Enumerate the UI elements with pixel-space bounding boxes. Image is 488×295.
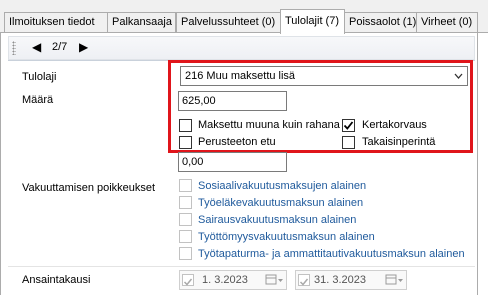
amount-input-2[interactable]: 0,00 xyxy=(178,152,287,172)
highlight-frame xyxy=(168,60,473,153)
tulolaji-label: Tulolaji xyxy=(22,71,57,83)
tab-virheet[interactable]: Virheet (0) xyxy=(416,12,478,32)
exception-checkbox[interactable] xyxy=(179,196,192,209)
exception-label: Sairausvakuutusmaksun alainen xyxy=(198,214,357,226)
tab-label: Palvelussuhteet (0) xyxy=(181,16,276,28)
end-date-picker[interactable]: 31. 3.2023 xyxy=(295,270,407,290)
tab-label: Poissaolot (1) xyxy=(349,16,417,28)
tab-label: Tulolajit (7) xyxy=(285,15,339,27)
end-date-value: 31. 3.2023 xyxy=(314,274,366,286)
tab-palvelussuhteet[interactable]: Palvelussuhteet (0) xyxy=(176,12,281,32)
amount-value-2: 0,00 xyxy=(182,156,204,168)
next-record-icon[interactable]: ▶ xyxy=(79,40,88,54)
tab-ilmoituksen-tiedot[interactable]: Ilmoituksen tiedot xyxy=(4,12,108,32)
record-pager: 2/7 xyxy=(52,41,68,53)
maara-label: Määrä xyxy=(22,94,54,106)
checkmark-icon xyxy=(183,278,193,286)
tab-label: Virheet (0) xyxy=(421,16,473,28)
toolbar-gripper-icon xyxy=(12,41,16,55)
start-date-picker[interactable]: 1. 3.2023 xyxy=(179,270,287,290)
exception-checkbox[interactable] xyxy=(179,230,192,243)
exception-label: Työttömyysvakuutusmaksun alainen xyxy=(198,231,375,243)
tab-label: Ilmoituksen tiedot xyxy=(9,16,95,28)
ansaintakausi-label: Ansaintakausi xyxy=(22,274,91,286)
start-date-value: 1. 3.2023 xyxy=(202,274,248,286)
calendar-icon[interactable] xyxy=(384,271,404,295)
exception-checkbox[interactable] xyxy=(179,247,192,260)
tab-poissaolot[interactable]: Poissaolot (1) xyxy=(344,12,417,32)
section-divider xyxy=(8,266,475,267)
vakuuttamisen-poikkeukset-label: Vakuuttamisen poikkeukset xyxy=(22,182,156,194)
start-date-checkbox[interactable] xyxy=(182,274,194,286)
panel-left-border xyxy=(0,33,1,295)
tab-palkansaaja[interactable]: Palkansaaja xyxy=(107,12,176,32)
end-date-checkbox[interactable] xyxy=(298,274,310,286)
exception-label: Työeläkevakuutusmaksun alainen xyxy=(198,197,364,209)
exception-label: Sosiaalivakuutusmaksujen alainen xyxy=(198,180,367,192)
exception-checkbox[interactable] xyxy=(179,179,192,192)
exception-label: Työtapaturma- ja ammattitautivakuutusmak… xyxy=(198,248,465,260)
tab-label: Palkansaaja xyxy=(112,16,172,28)
exception-checkbox[interactable] xyxy=(179,213,192,226)
calendar-icon[interactable] xyxy=(264,271,284,295)
checkmark-icon xyxy=(299,278,309,286)
panel-right-border xyxy=(477,33,478,295)
previous-record-icon[interactable]: ◀ xyxy=(32,40,41,54)
tab-tulolajit[interactable]: Tulolajit (7) xyxy=(280,9,345,34)
